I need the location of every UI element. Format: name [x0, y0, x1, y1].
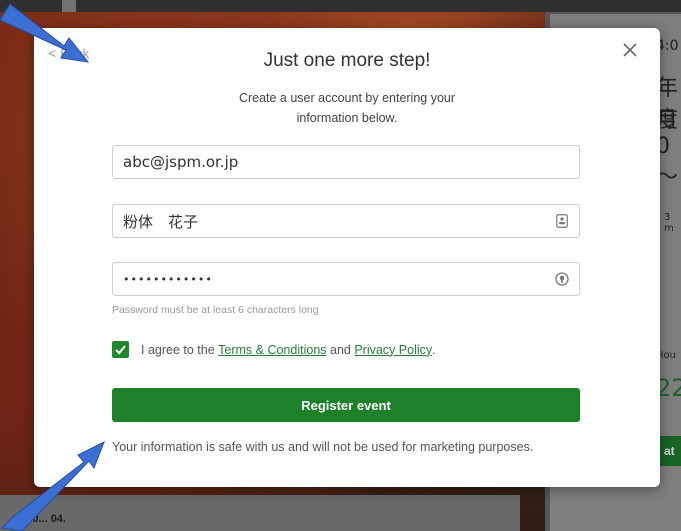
annotation-arrow-icon [0, 3, 90, 63]
annotation-arrow-icon [0, 440, 105, 531]
annotation-arrows [0, 3, 105, 531]
